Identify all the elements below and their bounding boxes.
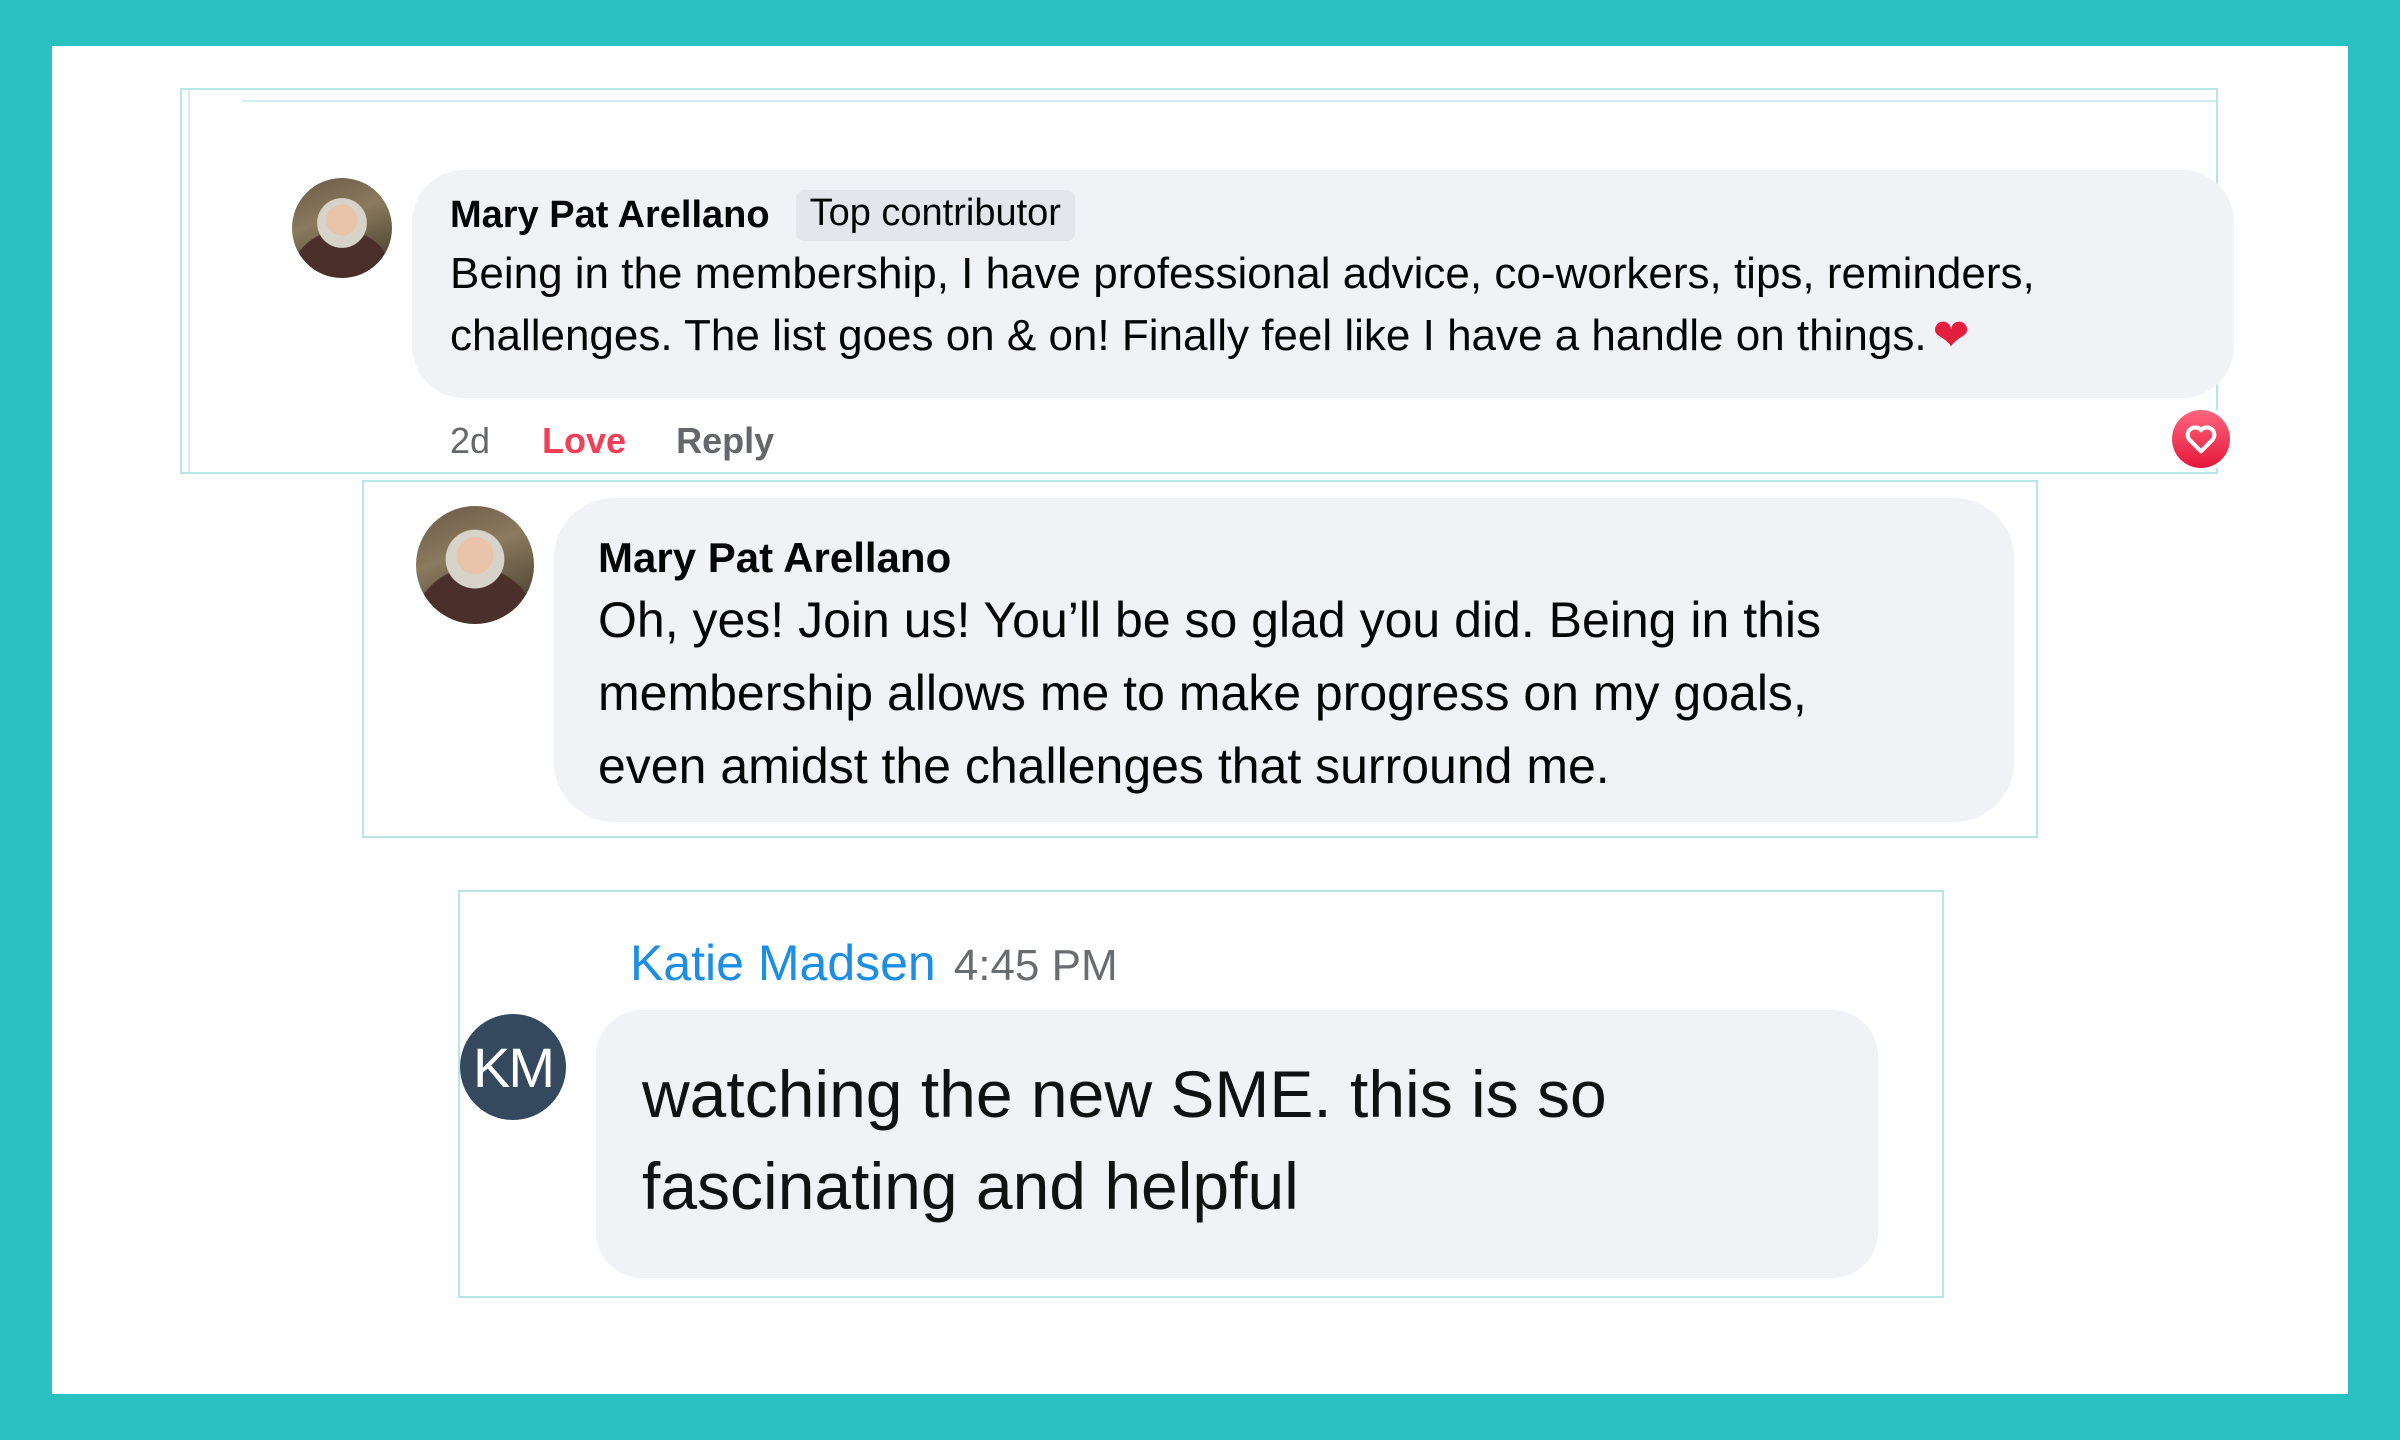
comment-card-1: Mary Pat Arellano Top contributor Being … (180, 88, 2234, 474)
avatar[interactable] (416, 506, 534, 624)
comment-actions: 2d Love Reply (450, 420, 774, 462)
message-text: watching the new SME. this is so fascina… (642, 1048, 1838, 1232)
comment-text-line: membership allows me to make progress on… (598, 665, 1807, 721)
top-contributor-badge: Top contributor (795, 190, 1075, 241)
comment-card-2: Mary Pat Arellano Oh, yes! Join us! You’… (362, 480, 2038, 838)
comment-bubble: Mary Pat Arellano Oh, yes! Join us! You’… (554, 498, 2014, 822)
comment-text-line: even amidst the challenges that surround… (598, 738, 1610, 794)
testimonial-canvas: Mary Pat Arellano Top contributor Being … (52, 46, 2348, 1394)
message-time: 4:45 PM (953, 941, 1118, 990)
comment-author[interactable]: Mary Pat Arellano (450, 194, 770, 237)
red-heart-emoji-icon: ❤ (1932, 311, 1970, 360)
reply-button[interactable]: Reply (676, 420, 774, 462)
love-reaction-button[interactable]: Love (542, 420, 626, 462)
comment-text-line: Oh, yes! Join us! You’ll be so glad you … (598, 592, 1821, 648)
heart-icon (2185, 425, 2217, 454)
comment-timestamp[interactable]: 2d (450, 420, 490, 462)
heart-reaction-icon[interactable] (2172, 410, 2230, 468)
message-bubble: watching the new SME. this is so fascina… (596, 1010, 1878, 1278)
message-author[interactable]: Katie Madsen (630, 934, 936, 992)
initials-avatar[interactable]: KM (460, 1014, 566, 1120)
thread-line (188, 90, 190, 472)
message-header: Katie Madsen 4:45 PM (630, 934, 1118, 992)
divider (242, 100, 2216, 102)
chat-message-card: Katie Madsen 4:45 PM KM watching the new… (458, 890, 1944, 1298)
avatar[interactable] (292, 178, 392, 278)
comment-author[interactable]: Mary Pat Arellano (598, 534, 1978, 582)
message-text-line: fascinating and helpful (642, 1149, 1299, 1223)
comment-text: Oh, yes! Join us! You’ll be so glad you … (598, 584, 1978, 803)
message-text-line: watching the new SME. this is so (642, 1057, 1607, 1131)
comment-bubble: Mary Pat Arellano Top contributor Being … (412, 170, 2234, 398)
comment-text: Being in the membership, I have professi… (450, 243, 2210, 367)
